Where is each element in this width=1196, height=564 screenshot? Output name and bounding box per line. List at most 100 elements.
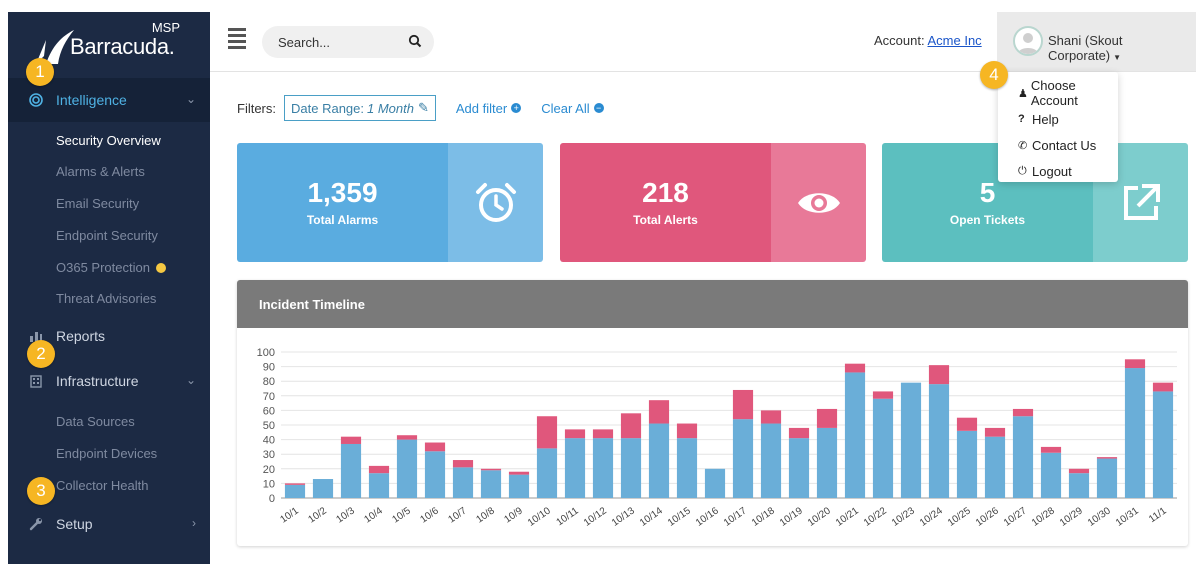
- pencil-icon: ✎: [417, 100, 429, 115]
- filters-label: Filters:: [237, 100, 276, 116]
- chevron-down-icon: ⌄: [185, 373, 196, 387]
- incident-timeline-panel: Incident Timeline 0 10 20 30 40 50 60 70 80 90 100…: [237, 280, 1188, 546]
- menu-item-label: Choose Account: [1030, 78, 1078, 108]
- marker-2: 2: [27, 340, 55, 368]
- marker-1: 1: [26, 58, 54, 86]
- bar-alerts: [844, 363, 866, 373]
- bar-alarms: [676, 438, 698, 498]
- bar-alarms: [704, 468, 726, 498]
- chevron-right-icon: ›: [192, 516, 196, 530]
- card-total-alerts[interactable]: 218 Total Alerts: [560, 143, 866, 262]
- marker-4: 4: [980, 61, 1008, 89]
- bar-alarms: [564, 438, 586, 498]
- y-tick-label: 10: [263, 478, 275, 490]
- add-filter-link[interactable]: Add filter +: [455, 100, 522, 116]
- sidebar-sub-collector-health[interactable]: Collector Health: [56, 478, 149, 493]
- card-icon-panel: [771, 143, 866, 262]
- user-name: Shani (Skout Corporate) ▼: [1048, 33, 1196, 63]
- building-icon: [28, 373, 44, 389]
- bar-alerts: [872, 391, 894, 399]
- card-icon-panel: [448, 143, 543, 262]
- sidebar-sub-email-security[interactable]: Email Security: [56, 196, 139, 211]
- sidebar-sub-endpoint-devices[interactable]: Endpoint Devices: [56, 446, 157, 461]
- sidebar-sub-security-overview[interactable]: Security Overview: [56, 133, 161, 148]
- x-tick-label: 10/26: [974, 505, 1001, 529]
- x-tick-label: 10/4: [362, 505, 385, 525]
- panel-title: Incident Timeline: [237, 280, 1188, 328]
- bar-alerts: [452, 460, 474, 468]
- sidebar-item-setup[interactable]: Setup ›: [8, 502, 210, 546]
- bar-alarms: [816, 427, 838, 498]
- sidebar-sub-o365-protection[interactable]: O365 Protection: [56, 260, 166, 275]
- card-label: Total Alarms: [306, 213, 379, 227]
- search-icon[interactable]: [408, 34, 422, 51]
- x-tick-label: 10/8: [474, 505, 497, 525]
- card-main: 1,359 Total Alarms: [237, 143, 448, 262]
- sidebar-sub-endpoint-security[interactable]: Endpoint Security: [56, 228, 158, 243]
- card-label: Total Alerts: [633, 213, 698, 227]
- bar-alerts: [1040, 446, 1062, 453]
- y-tick-label: 80: [263, 376, 275, 388]
- bar-alerts: [928, 365, 950, 385]
- card-main: 218 Total Alerts: [560, 143, 771, 262]
- bar-alerts: [340, 436, 362, 444]
- bar-alarms: [1012, 416, 1034, 498]
- x-tick-label: 10/28: [1030, 505, 1057, 529]
- bar-alerts: [396, 435, 418, 440]
- bar-alerts: [732, 389, 754, 420]
- x-tick-label: 10/23: [890, 505, 917, 529]
- x-tick-label: 10/16: [694, 505, 721, 529]
- bar-alerts: [1068, 468, 1090, 474]
- question-icon: ?: [1018, 113, 1025, 125]
- menu-item-help[interactable]: ? Help: [998, 106, 1118, 132]
- x-tick-label: 10/11: [555, 505, 582, 528]
- user-dropdown-menu: ♟ Choose Account ? Help ✆ Contact Us ⏻ Logou…: [998, 72, 1118, 182]
- hamburger-menu-icon[interactable]: [228, 28, 246, 52]
- brand-name: Barracuda.: [70, 34, 175, 59]
- users-icon: ♟: [1018, 87, 1028, 100]
- bar-alarms: [396, 439, 418, 498]
- brand-msp: MSP: [151, 20, 180, 35]
- sidebar-item-label: Intelligence: [56, 92, 127, 108]
- menu-item-choose-account[interactable]: ♟ Choose Account: [998, 78, 1118, 108]
- bar-alerts: [1152, 382, 1174, 392]
- search-box: [262, 26, 434, 58]
- bar-alerts: [984, 427, 1006, 437]
- card-total-alarms[interactable]: 1,359 Total Alarms: [237, 143, 543, 262]
- y-tick-label: 30: [263, 449, 275, 461]
- sidebar-sub-threat-advisories[interactable]: Threat Advisories: [56, 291, 156, 306]
- account-info: Account: Acme Inc: [874, 33, 982, 48]
- bar-alerts: [620, 413, 642, 439]
- clear-all-link[interactable]: Clear All −: [541, 101, 604, 116]
- x-tick-label: 10/7: [446, 505, 469, 525]
- bar-alerts: [564, 429, 586, 439]
- sidebar-item-label: Setup: [56, 516, 93, 532]
- account-label: Account:: [874, 33, 925, 48]
- sidebar-sub-alarms-alerts[interactable]: Alarms & Alerts: [56, 164, 145, 179]
- y-tick-label: 70: [263, 391, 275, 403]
- menu-item-logout[interactable]: ⏻ Logout: [998, 158, 1118, 184]
- filter-chip-date-range[interactable]: Date Range: 1 Month ✎: [284, 95, 436, 121]
- bar-alarms: [1152, 391, 1174, 498]
- bar-alarms: [872, 398, 894, 498]
- phone-icon: ✆: [1018, 139, 1028, 152]
- sidebar-sub-data-sources[interactable]: Data Sources: [56, 414, 135, 429]
- bar-alarms: [620, 438, 642, 498]
- caret-down-icon: ▼: [1113, 53, 1122, 62]
- account-link[interactable]: Acme Inc: [928, 33, 982, 48]
- card-value: 1,359: [307, 177, 378, 208]
- bar-alarms: [592, 438, 614, 498]
- avatar: [1013, 26, 1043, 56]
- bar-alarms: [480, 470, 502, 498]
- bar-alarms: [928, 384, 950, 498]
- bar-alarms: [508, 474, 530, 498]
- x-tick-label: 10/3: [334, 505, 357, 525]
- x-tick-label: 10/21: [834, 505, 861, 529]
- add-filter-label: Add filter: [455, 100, 508, 116]
- search-input[interactable]: [278, 26, 398, 58]
- user-menu[interactable]: Shani (Skout Corporate) ▼: [997, 12, 1196, 71]
- bar-alerts: [284, 483, 306, 485]
- menu-item-contact-us[interactable]: ✆ Contact Us: [998, 132, 1118, 158]
- x-tick-label: 10/6: [418, 505, 441, 525]
- y-tick-label: 90: [263, 362, 275, 374]
